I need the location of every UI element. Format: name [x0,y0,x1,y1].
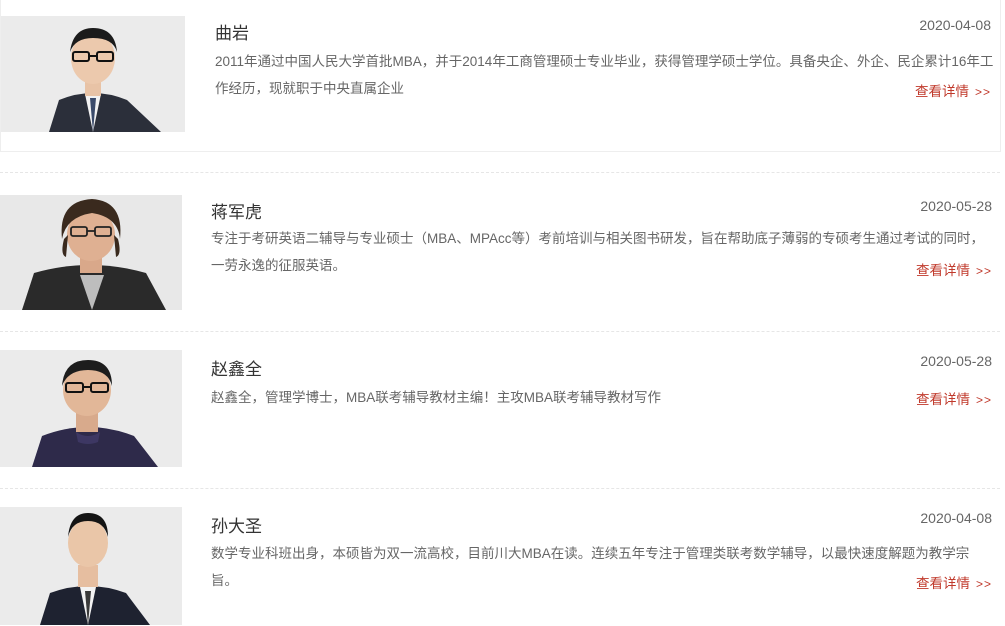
teacher-name[interactable]: 蒋军虎 [211,198,262,223]
teacher-photo[interactable] [0,507,182,625]
teacher-card: 蒋军虎 2020-05-28 专注于考研英语二辅导与专业硕士（MBA、MPAcc… [0,195,1005,331]
double-chevron-right-icon: >> [975,393,992,407]
double-chevron-right-icon: >> [974,85,991,99]
teacher-photo[interactable] [1,16,185,132]
person-avatar-icon [0,350,182,467]
publish-date: 2020-05-28 [920,198,992,214]
view-details-link[interactable]: 查看详情 >> [915,80,991,100]
double-chevron-right-icon: >> [975,264,992,278]
teacher-description: 专注于考研英语二辅导与专业硕士（MBA、MPAcc等）考前培训与相关图书研发，旨… [211,231,985,273]
teacher-card: 孙大圣 2020-04-08 数学专业科班出身，本硕皆为双一流高校，目前川大MB… [0,507,1005,626]
teacher-name[interactable]: 赵鑫全 [211,355,262,380]
divider [0,172,1000,173]
publish-date: 2020-05-28 [920,353,992,369]
publish-date: 2020-04-08 [920,510,992,526]
teacher-photo[interactable] [0,195,182,310]
view-details-link[interactable]: 查看详情 >> [916,388,992,408]
view-details-link[interactable]: 查看详情 >> [916,259,992,279]
teacher-description: 2011年通过中国人民大学首批MBA，并于2014年工商管理硕士专业毕业，获得管… [215,54,994,96]
person-avatar-icon [0,195,182,310]
teacher-card: 赵鑫全 2020-05-28 赵鑫全，管理学博士，MBA联考辅导教材主编！主攻M… [0,350,1005,488]
teacher-description: 数学专业科班出身，本硕皆为双一流高校，目前川大MBA在读。连续五年专注于管理类联… [211,546,970,588]
teacher-card: 曲岩 2020-04-08 2011年通过中国人民大学首批MBA，并于2014年… [0,0,1001,152]
teacher-photo[interactable] [0,350,182,467]
view-details-label: 查看详情 [915,576,970,591]
divider [0,331,1000,332]
double-chevron-right-icon: >> [975,577,992,591]
view-details-label: 查看详情 [914,84,969,99]
divider [0,488,1000,489]
view-details-link[interactable]: 查看详情 >> [916,572,992,592]
person-avatar-icon [0,507,182,625]
teacher-name[interactable]: 曲岩 [215,19,249,44]
view-details-label: 查看详情 [915,263,970,278]
person-avatar-icon [1,16,185,132]
view-details-label: 查看详情 [915,392,970,407]
publish-date: 2020-04-08 [919,17,991,33]
teacher-name[interactable]: 孙大圣 [211,512,262,537]
teacher-description: 赵鑫全，管理学博士，MBA联考辅导教材主编！主攻MBA联考辅导教材写作 [211,390,662,405]
